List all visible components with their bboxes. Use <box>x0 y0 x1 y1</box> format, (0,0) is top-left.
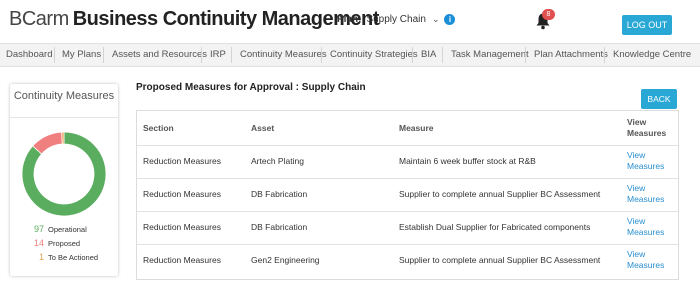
table-row: Reduction Measures Artech Plating Mainta… <box>137 145 678 179</box>
operational-count: 97 <box>33 224 44 234</box>
nav-item-irp[interactable]: IRP <box>210 49 226 60</box>
column-header-view-measures: View Measures <box>627 117 667 138</box>
donut-slice-to-be-actioned <box>61 131 65 145</box>
app-logo[interactable]: BCarm Business Continuity Management <box>9 8 379 31</box>
measures-table: Section Asset Measure View Measures Redu… <box>136 110 679 280</box>
row-asset: DB Fabrication <box>251 189 308 199</box>
table-row: Reduction Measures Gen2 Engineering Supp… <box>137 244 678 277</box>
table-row: Reduction Measures DB Fabrication Suppli… <box>137 178 678 212</box>
row-measure: Maintain 6 week buffer stock at R&B <box>399 156 536 166</box>
nav-item-bia[interactable]: BIA <box>421 49 436 60</box>
to-be-actioned-label: To Be Actioned <box>48 253 99 262</box>
nav-divider <box>103 47 104 63</box>
proposed-label: Proposed <box>48 239 81 248</box>
logout-button[interactable]: LOG OUT <box>622 15 672 35</box>
legend-operational: 97 Operational <box>10 224 118 234</box>
nav-item-continuity-measures[interactable]: Continuity Measures <box>240 49 327 60</box>
nav-item-my-plans[interactable]: My Plans <box>62 49 101 60</box>
row-asset: Artech Plating <box>251 156 304 166</box>
row-section: Reduction Measures <box>143 222 221 232</box>
nav-divider <box>525 47 526 63</box>
view-measures-link[interactable]: View Measures <box>627 216 667 238</box>
legend-proposed: 14 Proposed <box>10 238 118 248</box>
donut-chart <box>21 131 107 217</box>
row-measure: Supplier to complete annual Supplier BC … <box>399 255 601 265</box>
nav-divider <box>321 47 322 63</box>
nav-divider <box>54 47 55 63</box>
continuity-measures-card: Continuity Measures 97 Operational 14 Prop… <box>10 84 118 276</box>
chevron-down-icon[interactable]: ⌄ <box>432 14 440 24</box>
nav-item-task-management[interactable]: Task Management <box>451 49 529 60</box>
main-nav: Dashboard My Plans Assets and Resources … <box>0 43 700 67</box>
to-be-actioned-count: 1 <box>38 252 44 262</box>
nav-divider <box>412 47 413 63</box>
nav-divider <box>442 47 443 63</box>
row-asset: Gen2 Engineering <box>251 255 320 265</box>
row-measure: Supplier to complete annual Supplier BC … <box>399 189 601 199</box>
brand-name: BCarm <box>9 8 69 30</box>
back-button[interactable]: BACK <box>641 89 677 109</box>
nav-item-assets-and-resources[interactable]: Assets and Resources <box>112 49 207 60</box>
row-section: Reduction Measures <box>143 189 221 199</box>
app-header: BCarm Business Continuity Management Plan… <box>0 0 700 42</box>
plan-label: Plan: <box>337 14 362 26</box>
card-title: Continuity Measures <box>13 90 115 102</box>
nav-divider <box>604 47 605 63</box>
page-title: Proposed Measures for Approval : Supply … <box>136 82 366 93</box>
column-header-asset: Asset <box>251 123 275 133</box>
legend-to-be-actioned: 1 To Be Actioned <box>10 252 118 262</box>
notification-badge: 8 <box>542 9 555 20</box>
row-section: Reduction Measures <box>143 255 221 265</box>
nav-item-plan-attachments[interactable]: Plan Attachments <box>534 49 608 60</box>
nav-item-continuity-strategies[interactable]: Continuity Strategies <box>330 49 418 60</box>
row-measure: Establish Dual Supplier for Fabricated c… <box>399 222 591 232</box>
info-icon[interactable]: i <box>444 14 456 25</box>
view-measures-link[interactable]: View Measures <box>627 183 667 205</box>
nav-divider <box>201 47 202 63</box>
proposed-count: 14 <box>33 238 44 248</box>
column-header-measure: Measure <box>399 123 434 133</box>
divider <box>10 117 118 118</box>
plan-selector[interactable]: Plan: Supply Chain ⌄ i <box>337 14 456 26</box>
plan-value[interactable]: Supply Chain <box>366 14 425 25</box>
table-header-row: Section Asset Measure View Measures <box>137 111 678 146</box>
table-row: Reduction Measures DB Fabrication Establ… <box>137 211 678 245</box>
view-measures-link[interactable]: View Measures <box>627 249 667 271</box>
nav-divider <box>231 47 232 63</box>
column-header-section: Section <box>143 123 174 133</box>
operational-label: Operational <box>48 225 87 234</box>
view-measures-link[interactable]: View Measures <box>627 150 667 172</box>
row-asset: DB Fabrication <box>251 222 308 232</box>
row-section: Reduction Measures <box>143 156 221 166</box>
nav-item-dashboard[interactable]: Dashboard <box>6 49 52 60</box>
nav-item-knowledge-centre[interactable]: Knowledge Centre <box>613 49 691 60</box>
app-title: Business Continuity Management <box>72 8 380 30</box>
